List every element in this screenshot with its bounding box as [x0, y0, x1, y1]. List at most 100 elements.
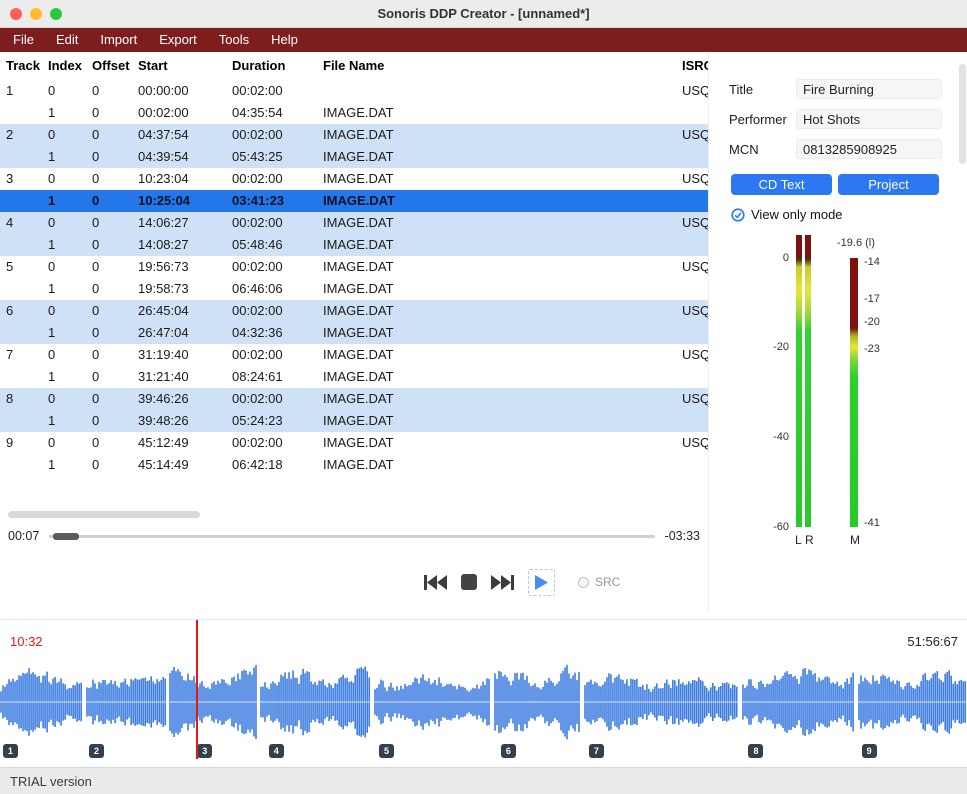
table-row[interactable]: 50019:56:7300:02:00IMAGE.DATUSQ	[0, 256, 708, 278]
src-toggle[interactable]: SRC	[578, 575, 620, 589]
waveform-segment[interactable]	[169, 656, 257, 748]
table-row[interactable]: 90045:12:4900:02:00IMAGE.DATUSQ	[0, 432, 708, 454]
cell-index: 0	[42, 168, 86, 190]
status-bar: TRIAL version	[0, 767, 967, 794]
project-button[interactable]: Project	[838, 174, 939, 195]
cell-isrc	[676, 146, 708, 168]
metadata-panel: TitlePerformerMCN CD Text Project View o…	[708, 52, 967, 612]
close-window-button[interactable]	[10, 8, 22, 20]
table-row[interactable]: 80039:46:2600:02:00IMAGE.DATUSQ	[0, 388, 708, 410]
cell-file: IMAGE.DAT	[317, 388, 676, 410]
field-input-mcn[interactable]	[796, 139, 942, 159]
track-marker-badge[interactable]: 7	[589, 744, 604, 758]
table-row[interactable]: 1004:39:5405:43:25IMAGE.DAT	[0, 146, 708, 168]
table-row[interactable]: 1026:47:0404:32:36IMAGE.DAT	[0, 322, 708, 344]
cell-index: 0	[42, 432, 86, 454]
waveform-svg	[584, 656, 739, 748]
waveform-segment[interactable]	[858, 656, 967, 748]
menu-import[interactable]: Import	[89, 28, 148, 52]
meter-bar-left	[796, 235, 802, 527]
panel-scrollbar-thumb[interactable]	[959, 64, 966, 164]
waveform-segment[interactable]	[742, 656, 855, 748]
field-label-mcn: MCN	[729, 142, 796, 157]
panel-buttons: CD Text Project	[731, 174, 967, 195]
hscrollbar-thumb[interactable]	[8, 511, 200, 518]
waveform-segment[interactable]	[494, 656, 581, 748]
track-marker-badge[interactable]: 6	[501, 744, 516, 758]
waveform-segment[interactable]	[584, 656, 739, 748]
next-track-button[interactable]	[491, 568, 514, 596]
field-input-performer[interactable]	[796, 109, 942, 129]
track-marker-badge[interactable]: 2	[89, 744, 104, 758]
table-row[interactable]: 70031:19:4000:02:00IMAGE.DATUSQ	[0, 344, 708, 366]
menu-file[interactable]: File	[2, 28, 45, 52]
playhead-cursor[interactable]	[196, 620, 198, 759]
cell-track: 9	[0, 432, 42, 454]
minimize-window-button[interactable]	[30, 8, 42, 20]
track-marker-badge[interactable]: 9	[862, 744, 877, 758]
stop-button[interactable]	[461, 568, 477, 596]
waveform-segment[interactable]	[260, 656, 371, 748]
cell-offset: 0	[86, 322, 132, 344]
cell-isrc: USQ	[676, 432, 708, 454]
track-marker-badge[interactable]: 8	[748, 744, 763, 758]
menu-help[interactable]: Help	[260, 28, 309, 52]
table-row[interactable]: 40014:06:2700:02:00IMAGE.DATUSQ	[0, 212, 708, 234]
table-row[interactable]: 10000:00:0000:02:00USQ	[0, 80, 708, 102]
cell-duration: 05:24:23	[226, 410, 317, 432]
column-header-index: Index	[42, 52, 86, 80]
table-row[interactable]: 1010:25:0403:41:23IMAGE.DAT	[0, 190, 708, 212]
meter-scale-label: -17	[864, 293, 880, 305]
cell-track	[0, 234, 42, 256]
seek-slider-thumb[interactable]	[53, 533, 79, 540]
timeline-times: 10:32 51:56:67	[0, 620, 967, 656]
table-row[interactable]: 1039:48:2605:24:23IMAGE.DAT	[0, 410, 708, 432]
track-marker-badge[interactable]: 5	[379, 744, 394, 758]
field-input-title[interactable]	[796, 79, 942, 99]
waveform-segment[interactable]	[0, 656, 83, 748]
menu-export[interactable]: Export	[148, 28, 208, 52]
table-row[interactable]: 1031:21:4008:24:61IMAGE.DAT	[0, 366, 708, 388]
cell-isrc: USQ	[676, 388, 708, 410]
cell-track: 6	[0, 300, 42, 322]
table-hscrollbar	[0, 511, 708, 519]
cell-duration: 00:02:00	[226, 388, 317, 410]
seek-slider[interactable]	[49, 535, 654, 538]
cd-text-button[interactable]: CD Text	[731, 174, 832, 195]
waveform-svg	[742, 656, 855, 748]
cell-duration: 00:02:00	[226, 80, 317, 102]
table-row[interactable]: 1014:08:2705:48:46IMAGE.DAT	[0, 234, 708, 256]
waveform-segment[interactable]	[374, 656, 491, 748]
elapsed-time: 00:07	[8, 529, 39, 543]
track-marker-badge[interactable]: 4	[269, 744, 284, 758]
meter-scale-label: -14	[864, 256, 880, 268]
waveform-segment[interactable]	[86, 656, 166, 748]
table-row[interactable]: 1045:14:4906:42:18IMAGE.DAT	[0, 454, 708, 476]
cell-start: 26:47:04	[132, 322, 226, 344]
zoom-window-button[interactable]	[50, 8, 62, 20]
waveform-display[interactable]: 123456789	[0, 656, 967, 748]
cell-index: 1	[42, 278, 86, 300]
play-button[interactable]	[528, 569, 555, 596]
cell-offset: 0	[86, 410, 132, 432]
cell-track: 1	[0, 80, 42, 102]
meter-scale-label: -20	[864, 316, 880, 328]
titlebar: Sonoris DDP Creator - [unnamed*]	[0, 0, 967, 28]
cell-track	[0, 190, 42, 212]
table-row[interactable]: 1019:58:7306:46:06IMAGE.DAT	[0, 278, 708, 300]
previous-track-button[interactable]	[424, 568, 447, 596]
track-marker-badge[interactable]: 1	[3, 744, 18, 758]
table-row[interactable]: 1000:02:0004:35:54IMAGE.DAT	[0, 102, 708, 124]
meter-bar-right	[805, 235, 811, 527]
cell-isrc: USQ	[676, 80, 708, 102]
table-row[interactable]: 30010:23:0400:02:00IMAGE.DATUSQ	[0, 168, 708, 190]
cell-track: 8	[0, 388, 42, 410]
track-marker-badge[interactable]: 3	[197, 744, 212, 758]
table-row[interactable]: 60026:45:0400:02:00IMAGE.DATUSQ	[0, 300, 708, 322]
menu-edit[interactable]: Edit	[45, 28, 89, 52]
timeline: 10:32 51:56:67 123456789	[0, 619, 967, 767]
table-row[interactable]: 20004:37:5400:02:00IMAGE.DATUSQ	[0, 124, 708, 146]
menu-tools[interactable]: Tools	[208, 28, 260, 52]
view-only-toggle[interactable]: View only mode	[731, 207, 967, 222]
cell-file: IMAGE.DAT	[317, 344, 676, 366]
